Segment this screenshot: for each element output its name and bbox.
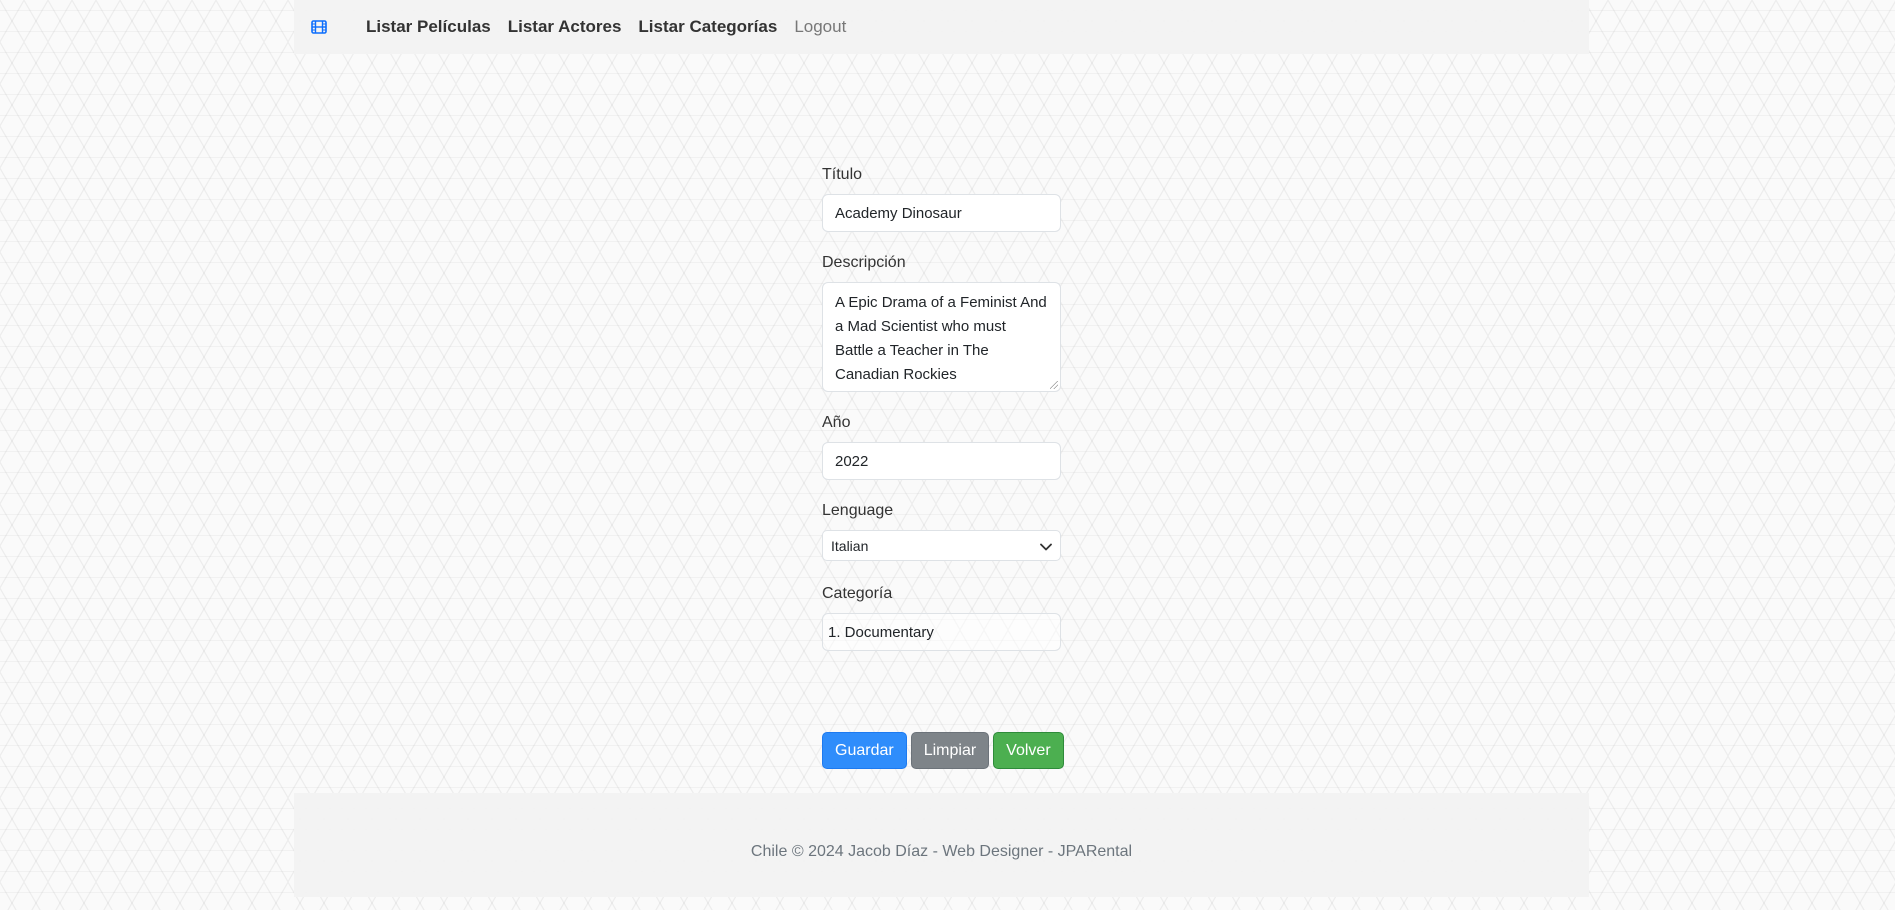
lenguaje-label: Lenguage <box>822 502 894 519</box>
nav-link-logout[interactable]: Logout <box>794 17 846 37</box>
nav-link-listar-categorias[interactable]: Listar Categorías <box>638 17 777 37</box>
descripcion-label: Descripción <box>822 254 906 271</box>
lenguaje-selected: Italian <box>831 537 869 554</box>
guardar-button[interactable]: Guardar <box>822 732 907 769</box>
film-form: Título Academy Dinosaur Descripción A Ep… <box>822 166 1062 673</box>
descripcion-text: A Epic Drama of a Feminist And a Mad Sci… <box>835 294 1047 383</box>
nav-link-listar-peliculas[interactable]: Listar Películas <box>366 17 491 37</box>
categoria-group: Categoría 1. Documentary <box>822 585 1062 651</box>
anio-label: Año <box>822 414 851 431</box>
anio-group: Año 2022 <box>822 414 1062 480</box>
navbar: Listar Películas Listar Actores Listar C… <box>294 0 1589 54</box>
film-icon[interactable] <box>306 14 332 40</box>
descripcion-textarea[interactable]: A Epic Drama of a Feminist And a Mad Sci… <box>822 282 1061 392</box>
categoria-field[interactable]: 1. Documentary <box>822 613 1061 651</box>
lenguaje-group: Lenguage Italian <box>822 502 1062 561</box>
anio-input[interactable]: 2022 <box>822 442 1061 480</box>
titulo-label: Título <box>822 166 863 183</box>
categoria-label: Categoría <box>822 585 893 602</box>
footer-text: Chile © 2024 Jacob Díaz - Web Designer -… <box>750 843 1133 860</box>
titulo-input[interactable]: Academy Dinosaur <box>822 194 1061 232</box>
chevron-down-icon <box>1040 538 1052 554</box>
form-buttons: Guardar Limpiar Volver <box>822 732 1064 769</box>
footer: Chile © 2024 Jacob Díaz - Web Designer -… <box>294 793 1589 897</box>
resize-handle-icon[interactable] <box>1050 381 1058 389</box>
titulo-group: Título Academy Dinosaur <box>822 166 1062 232</box>
limpiar-button[interactable]: Limpiar <box>910 732 990 769</box>
volver-button[interactable]: Volver <box>993 732 1064 769</box>
nav-link-listar-actores[interactable]: Listar Actores <box>508 17 622 37</box>
lenguaje-select[interactable]: Italian <box>822 530 1061 561</box>
descripcion-group: Descripción A Epic Drama of a Feminist A… <box>822 254 1062 392</box>
nav-links: Listar Películas Listar Actores Listar C… <box>366 17 863 37</box>
